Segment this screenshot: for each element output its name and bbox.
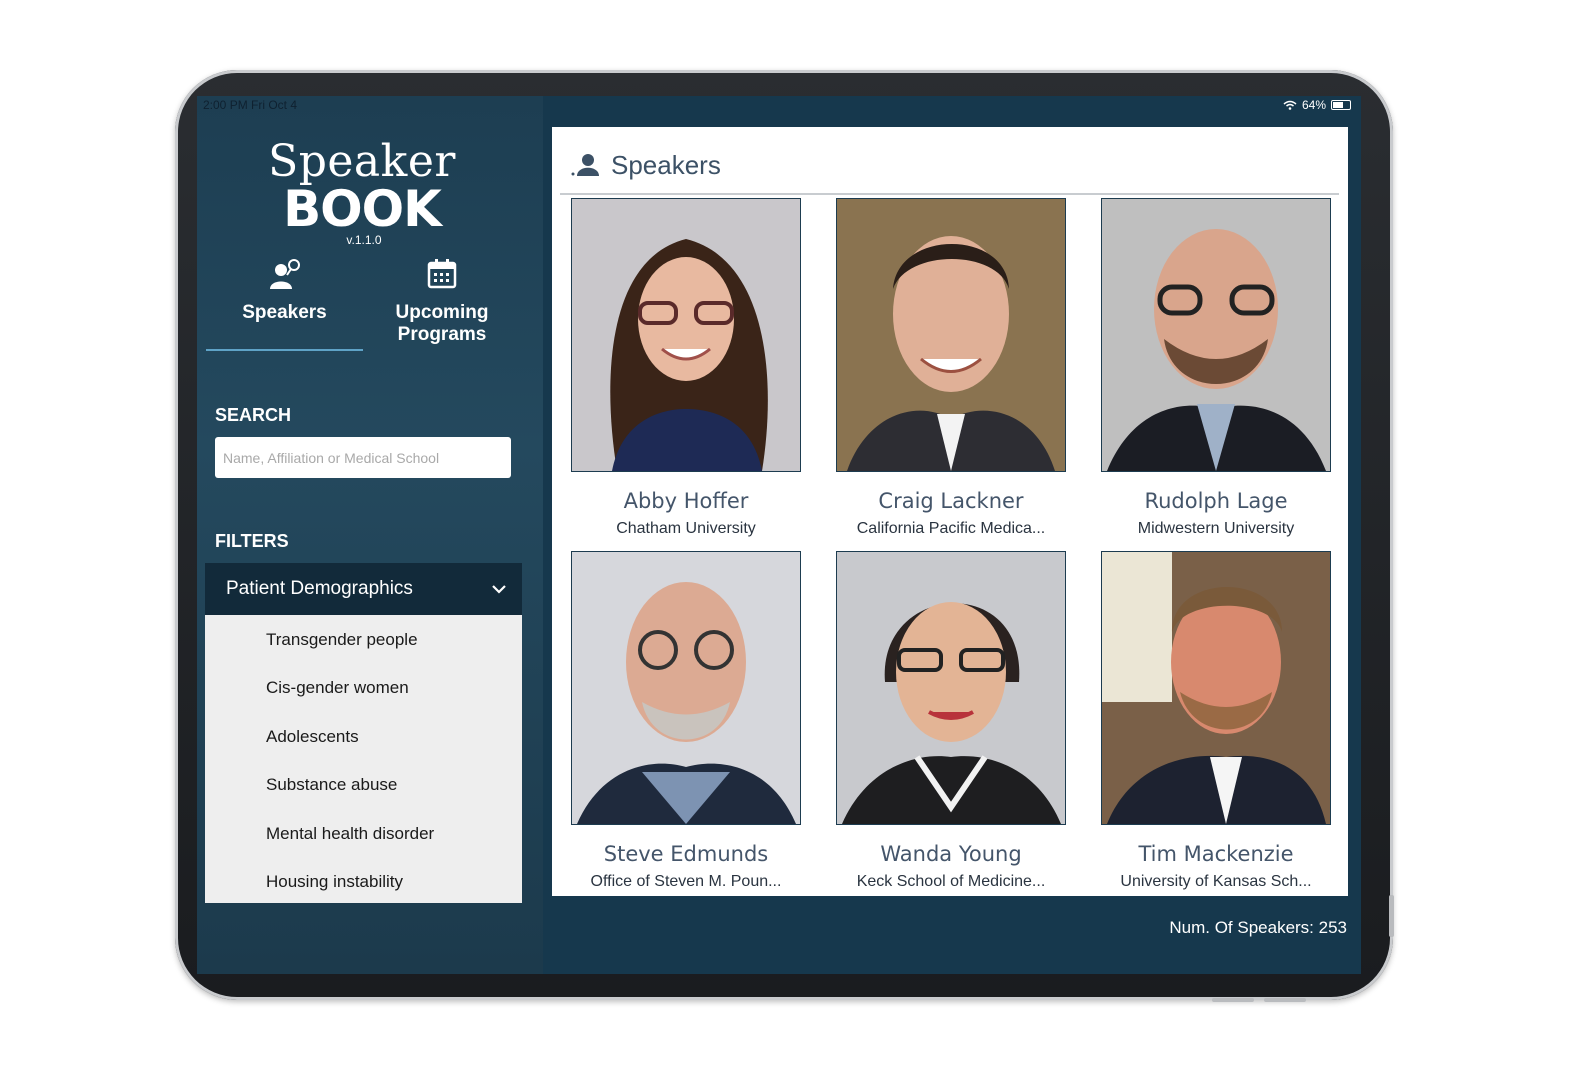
filter-item[interactable]: Housing instability [266,872,403,892]
speaker-photo [571,198,801,472]
speaker-affiliation: Chatham University [616,520,756,537]
volume-button [1212,998,1254,1002]
status-time: 2:00 PM Fri Oct 4 [203,98,298,112]
speaker-photo [571,551,801,825]
filter-group-patient-demographics[interactable]: Patient Demographics [205,563,522,615]
filters-label: FILTERS [215,531,289,551]
speaker-name: Steve Edmunds [603,842,769,866]
speaker-photo [1101,198,1331,472]
power-button [1389,895,1394,937]
search-input[interactable] [215,437,511,478]
filter-item[interactable]: Mental health disorder [266,824,434,844]
filter-group-label: Patient Demographics [226,578,413,599]
speaker-name: Tim Mackenzie [1138,842,1294,866]
filter-item[interactable]: Cis-gender women [266,678,409,698]
chevron-down-icon [492,585,506,594]
app-version: v.1.1.0 [346,233,382,247]
divider [560,193,1339,195]
speaker-card[interactable]: Abby Hoffer Chatham University [571,198,801,538]
filter-item[interactable]: Substance abuse [266,775,397,795]
speaker-affiliation: Office of Steven M. Poun... [590,873,782,890]
speaker-card[interactable]: Steve Edmunds Office of Steven M. Poun..… [571,551,801,891]
wifi-icon [1283,100,1297,110]
nav-upcoming-label-2: Programs [397,324,487,345]
speaker-affiliation: California Pacific Medica... [856,520,1046,537]
battery-icon [1331,100,1351,110]
speaker-count: Num. Of Speakers: 253 [1169,918,1347,937]
calendar-icon [427,259,457,289]
search-label: SEARCH [215,405,292,425]
nav-upcoming-label-1: Upcoming [395,302,489,323]
speaker-card[interactable]: Wanda Young Keck School of Medicine... [836,551,1066,891]
nav-upcoming-programs[interactable]: Upcoming Programs [382,256,502,346]
speaker-name: Wanda Young [880,842,1022,866]
speaker-name: Abby Hoffer [623,489,749,513]
speaker-affiliation: University of Kansas Sch... [1120,873,1312,890]
nav-active-indicator [206,349,363,351]
app-screen: 2:00 PM Fri Oct 4 Speaker BOOK v.1.1.0 S… [197,96,1361,974]
status-indicators: 64% [1283,98,1351,112]
speaker-card[interactable]: Rudolph Lage Midwestern University [1101,198,1331,538]
nav-speakers[interactable]: Speakers [227,256,342,324]
speaker-name: Rudolph Lage [1144,489,1288,513]
speaker-icon [269,259,300,289]
speaker-photo [836,198,1066,472]
panel-title: Speakers [611,150,721,180]
filter-list: Transgender people Cis-gender women Adol… [205,615,522,903]
speaker-name: Craig Lackner [878,489,1024,513]
speakers-panel: Speakers Abby Hoffer Chatham University [552,127,1348,896]
filter-item[interactable]: Transgender people [266,630,418,650]
nav-speakers-label: Speakers [242,302,327,323]
speaker-photo [836,551,1066,825]
filter-item[interactable]: Adolescents [266,727,359,747]
speaker-silhouette-icon [571,154,599,176]
battery-percent: 64% [1301,98,1326,112]
speaker-card[interactable]: Craig Lackner California Pacific Medica.… [836,198,1066,538]
speaker-card[interactable]: Tim Mackenzie University of Kansas Sch..… [1101,551,1331,891]
logo-book: BOOK [283,180,442,238]
sidebar: 2:00 PM Fri Oct 4 Speaker BOOK v.1.1.0 S… [197,96,543,974]
speaker-affiliation: Midwestern University [1137,520,1295,537]
speaker-photo [1101,551,1331,825]
volume-button [1264,998,1306,1002]
speaker-affiliation: Keck School of Medicine... [856,873,1046,890]
